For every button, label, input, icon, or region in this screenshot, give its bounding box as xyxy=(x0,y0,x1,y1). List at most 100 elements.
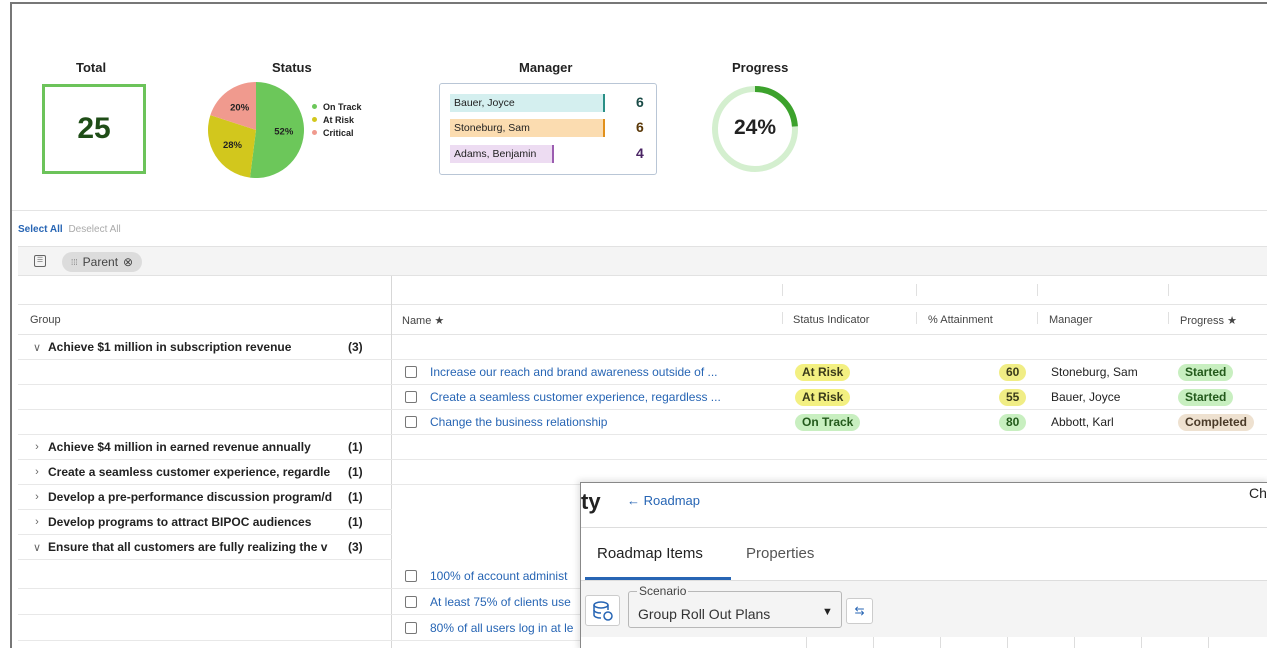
group-row[interactable]: › Create a seamless customer experience,… xyxy=(18,460,392,485)
item-link[interactable]: 80% of all users log in at le xyxy=(430,621,573,635)
group-row-cells xyxy=(392,335,1267,360)
total-value[interactable]: 25 xyxy=(42,84,146,174)
group-count: (1) xyxy=(348,440,363,454)
gantt-grid-line xyxy=(1074,637,1075,648)
chevron-right-icon[interactable]: › xyxy=(26,516,48,528)
chevron-right-icon[interactable]: › xyxy=(26,491,48,503)
select-all-link[interactable]: Select All xyxy=(18,224,63,235)
row-checkbox[interactable] xyxy=(405,596,417,608)
status-badge: At Risk xyxy=(795,389,851,406)
legend-critical[interactable]: Critical xyxy=(312,126,362,139)
status-badge: On Track xyxy=(795,414,861,431)
chevron-down-icon[interactable]: ∨ xyxy=(26,541,48,554)
chevron-down-icon[interactable]: ∨ xyxy=(26,341,48,354)
chevron-right-icon[interactable]: › xyxy=(26,441,48,453)
manager-bar-stoneburg[interactable]: Stoneburg, Sam xyxy=(450,119,605,137)
column-separator xyxy=(1037,312,1038,324)
tab-roadmap-items[interactable]: Roadmap Items xyxy=(597,545,703,562)
column-separator xyxy=(1168,312,1169,324)
pie-slice-label: 28% xyxy=(223,140,243,151)
group-row[interactable]: › Achieve $4 million in earned revenue a… xyxy=(18,435,392,460)
column-separator xyxy=(782,312,783,324)
item-link[interactable]: Increase our reach and brand awareness o… xyxy=(430,365,718,379)
group-row[interactable]: › Develop a pre-performance discussion p… xyxy=(18,485,392,510)
column-header-name[interactable]: Name ★ xyxy=(402,314,444,327)
chevron-right-icon[interactable]: › xyxy=(26,466,48,478)
item-link[interactable]: At least 75% of clients use xyxy=(430,595,571,609)
row-group-cell xyxy=(18,590,392,615)
table-settings-icon[interactable]: ☰ xyxy=(34,255,46,267)
row-group-cell xyxy=(18,616,392,641)
database-refresh-button[interactable] xyxy=(585,595,620,626)
status-legend: On Track At Risk Critical xyxy=(312,100,362,139)
manager-cell: Stoneburg, Sam xyxy=(1051,365,1138,379)
manager-count: 4 xyxy=(636,145,644,161)
swap-icon: ⇆ xyxy=(854,604,865,618)
group-name: Ensure that all customers are fully real… xyxy=(48,540,328,554)
caret-down-icon[interactable]: ▼ xyxy=(822,606,833,618)
item-link[interactable]: 100% of account administ xyxy=(430,569,567,583)
manager-cell: Abbott, Karl xyxy=(1051,415,1114,429)
group-row[interactable]: ∨ Ensure that all customers are fully re… xyxy=(18,535,392,560)
table-row[interactable]: Create a seamless customer experience, r… xyxy=(392,385,1267,410)
group-name: Develop a pre-performance discussion pro… xyxy=(48,490,333,504)
chip-label: Parent xyxy=(82,255,119,269)
manager-cell: Bauer, Joyce xyxy=(1051,390,1121,404)
manager-widget: Bauer, Joyce 6 Stoneburg, Sam 6 Adams, B… xyxy=(439,83,657,175)
status-pie-chart[interactable]: 52% 28% 20% xyxy=(206,80,306,180)
column-separator xyxy=(916,284,917,296)
row-checkbox[interactable] xyxy=(405,366,417,378)
scenario-select[interactable]: Scenario Group Roll Out Plans ▼ xyxy=(628,584,842,628)
table-row[interactable]: Change the business relationship On Trac… xyxy=(392,410,1267,435)
manager-bar-adams[interactable]: Adams, Benjamin xyxy=(450,145,554,163)
row-checkbox[interactable] xyxy=(405,416,417,428)
group-name: Develop programs to attract BIPOC audien… xyxy=(48,515,312,529)
group-count: (1) xyxy=(348,515,363,529)
column-separator xyxy=(782,284,783,296)
tab-properties[interactable]: Properties xyxy=(746,545,814,562)
group-count: (3) xyxy=(348,540,363,554)
deselect-all-link[interactable]: Deselect All xyxy=(68,224,120,235)
roadmap-toolbar: Scenario Group Roll Out Plans ▼ ⇆ xyxy=(581,581,1267,637)
group-row[interactable]: › Develop programs to attract BIPOC audi… xyxy=(18,510,392,535)
back-to-roadmap-link[interactable]: ← Roadmap xyxy=(627,493,700,508)
group-name: Create a seamless customer experience, r… xyxy=(48,465,331,479)
legend-on-track[interactable]: On Track xyxy=(312,100,362,113)
column-header-progress[interactable]: Progress ★ xyxy=(1180,314,1237,327)
legend-dot xyxy=(312,117,317,122)
table-row[interactable]: Increase our reach and brand awareness o… xyxy=(392,360,1267,385)
column-header-manager[interactable]: Manager xyxy=(1049,314,1092,326)
gantt-grid-line xyxy=(940,637,941,648)
group-name: Achieve $4 million in earned revenue ann… xyxy=(48,440,311,454)
column-header-group[interactable]: Group xyxy=(30,314,61,326)
manager-count: 6 xyxy=(636,94,644,110)
gantt-grid-line xyxy=(873,637,874,648)
row-checkbox[interactable] xyxy=(405,391,417,403)
group-chip-parent[interactable]: ⁞⁞⁞ Parent ⊗ xyxy=(62,252,143,272)
legend-dot xyxy=(312,104,317,109)
manager-title: Manager xyxy=(519,60,573,75)
column-separator xyxy=(1037,284,1038,296)
progress-badge: Started xyxy=(1178,364,1234,381)
item-link[interactable]: Change the business relationship xyxy=(430,415,607,429)
item-link[interactable]: Create a seamless customer experience, r… xyxy=(430,390,721,404)
selection-links: Select All Deselect All xyxy=(18,224,121,235)
scenario-value: Group Roll Out Plans xyxy=(638,606,771,622)
group-count: (1) xyxy=(348,465,363,479)
chip-remove-icon[interactable]: ⊗ xyxy=(123,255,133,269)
row-group-cell xyxy=(18,564,392,589)
swap-button[interactable]: ⇆ xyxy=(846,598,873,624)
gantt-grid-line xyxy=(806,637,807,648)
legend-at-risk[interactable]: At Risk xyxy=(312,113,362,126)
column-separator xyxy=(1168,284,1169,296)
scenario-label: Scenario xyxy=(637,584,689,598)
progress-title: Progress xyxy=(732,60,789,75)
group-row[interactable]: ∨ Achieve $1 million in subscription rev… xyxy=(18,335,392,360)
column-header-status[interactable]: Status Indicator xyxy=(793,314,869,326)
group-count: (1) xyxy=(348,490,363,504)
manager-bar-bauer[interactable]: Bauer, Joyce xyxy=(450,94,605,112)
drag-grip-icon[interactable]: ⁞⁞⁞ xyxy=(71,258,78,267)
row-checkbox[interactable] xyxy=(405,622,417,634)
column-header-attainment[interactable]: % Attainment xyxy=(928,314,993,326)
row-checkbox[interactable] xyxy=(405,570,417,582)
